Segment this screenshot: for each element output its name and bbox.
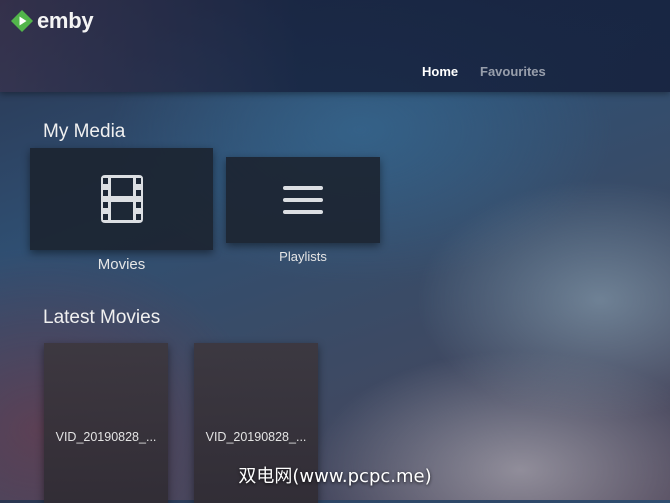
watermark-text: 双电网(www.pcpc.me) <box>238 466 432 487</box>
movie-title: VID_20190828_... <box>55 430 157 444</box>
film-icon <box>100 175 143 223</box>
list-icon <box>283 186 323 214</box>
library-card-movies[interactable] <box>30 148 213 250</box>
top-header: emby Home Favourites <box>0 0 670 92</box>
emby-logo[interactable]: emby <box>10 8 94 34</box>
latest-movies-heading: Latest Movies <box>43 307 161 328</box>
emby-logo-icon <box>11 10 33 32</box>
library-card-playlists[interactable] <box>226 157 380 243</box>
app-name: emby <box>37 8 94 33</box>
nav-favourites[interactable]: Favourites <box>480 64 546 79</box>
movie-title: VID_20190828_... <box>205 430 307 444</box>
library-label-movies[interactable]: Movies <box>30 256 213 273</box>
nav-home[interactable]: Home <box>422 64 458 79</box>
my-media-heading: My Media <box>43 121 126 142</box>
library-label-playlists[interactable]: Playlists <box>226 249 380 264</box>
